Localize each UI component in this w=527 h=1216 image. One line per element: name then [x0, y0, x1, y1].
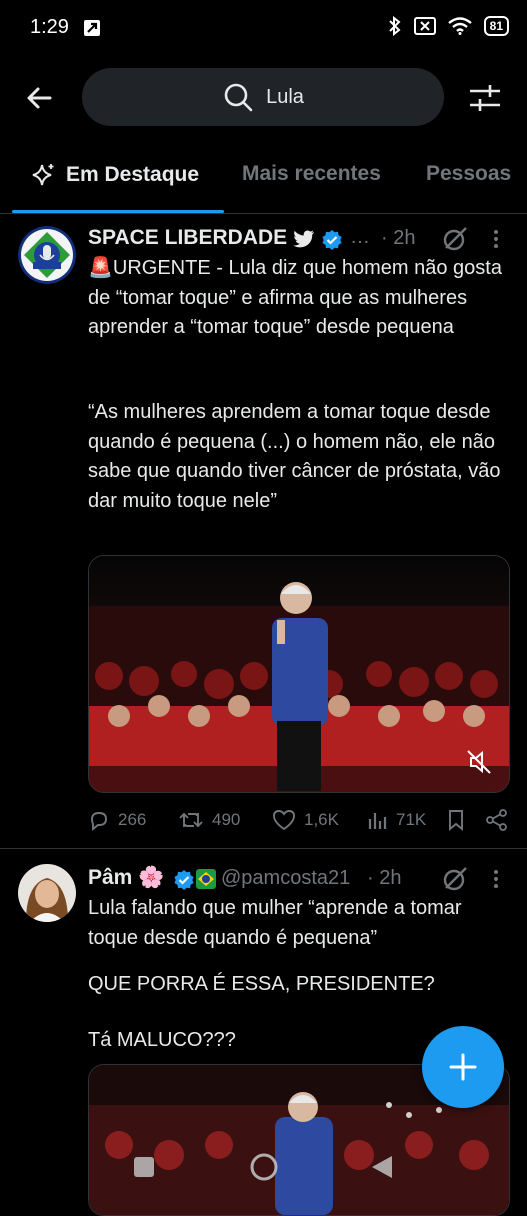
retweet-button[interactable]: 490: [178, 809, 240, 831]
tweet-actions: 266 490 1,6K 71K: [88, 809, 508, 833]
arrow-left-icon: [27, 87, 52, 109]
view-count: 71K: [396, 810, 427, 829]
author-name[interactable]: SPACE LIBERDADE: [88, 226, 287, 250]
tweet-text-line: Tá MALUCO???: [88, 1029, 236, 1051]
bluetooth-icon: [388, 16, 402, 36]
reply-icon: [91, 812, 107, 831]
search-tabs: Em Destaque Mais recentes Pessoas: [0, 150, 527, 214]
bookmark-icon: [449, 810, 463, 831]
tweet-divider: [0, 848, 527, 849]
flag-badge-icon: [196, 869, 216, 889]
battery-indicator: 81: [483, 16, 509, 36]
grok-icon[interactable]: [442, 226, 468, 252]
compose-button[interactable]: [422, 1026, 504, 1108]
heart-icon: [273, 810, 295, 831]
status-time: 1:29: [30, 16, 69, 38]
verified-badge-icon: [321, 229, 343, 251]
notification-icon: [82, 18, 102, 38]
triangle-back-icon: [372, 1156, 392, 1178]
reply-button[interactable]: 266: [88, 809, 146, 831]
plus-icon: [449, 1053, 477, 1081]
search-icon: [222, 81, 254, 113]
tab-featured[interactable]: Em Destaque: [30, 162, 199, 188]
tweet-text-quote: “As mulheres aprendem a tomar toque desd…: [88, 401, 501, 512]
avatar[interactable]: [18, 226, 76, 284]
back-button[interactable]: [22, 80, 58, 116]
more-options-icon[interactable]: [492, 869, 500, 889]
tab-featured-label: Em Destaque: [66, 163, 200, 186]
tweet-text-line: QUE PORRA É ESSA, PRESIDENTE?: [88, 973, 435, 995]
verified-badge-icon: [173, 869, 195, 891]
retweet-count: 490: [212, 810, 241, 829]
tweet-time[interactable]: · 2h: [381, 227, 415, 250]
share-button[interactable]: [486, 809, 508, 831]
status-icons: 81: [388, 16, 509, 36]
handle-truncated: …: [350, 226, 370, 248]
retweet-icon: [179, 812, 203, 828]
bar-chart-icon: [368, 813, 387, 829]
tab-people[interactable]: Pessoas: [426, 162, 511, 186]
like-count: 1,6K: [304, 810, 339, 829]
back-nav-button[interactable]: [370, 1154, 394, 1180]
search-query: Lula: [266, 85, 304, 108]
home-button[interactable]: [249, 1152, 279, 1182]
system-navigation-bar: [0, 1140, 527, 1200]
wifi-icon: [447, 17, 472, 35]
sliders-icon: [470, 85, 500, 111]
share-icon: [486, 809, 507, 831]
search-input[interactable]: Lula: [82, 68, 444, 126]
sparkle-icon: [30, 162, 56, 188]
twitter-bird-icon: [293, 229, 315, 249]
author-name[interactable]: Pâm 🌸: [88, 866, 164, 890]
avatar[interactable]: [18, 864, 76, 922]
grok-icon[interactable]: [442, 866, 468, 892]
search-filter-button[interactable]: [466, 80, 504, 116]
author-handle[interactable]: @pamcosta21: [221, 867, 350, 890]
square-icon: [134, 1157, 154, 1177]
tweet-text: Lula falando que mulher “aprende a tomar…: [88, 897, 462, 949]
tabs-divider: [0, 213, 527, 214]
views-button[interactable]: 71K: [366, 809, 426, 831]
tweet-text: 🚨URGENTE - Lula diz que homem não gosta …: [88, 257, 502, 338]
sim-off-icon: [413, 17, 436, 35]
tab-latest[interactable]: Mais recentes: [242, 162, 381, 186]
circle-icon: [250, 1153, 278, 1181]
tweet-time[interactable]: · 2h: [367, 867, 401, 890]
recents-button[interactable]: [133, 1156, 155, 1178]
more-options-icon[interactable]: [492, 229, 500, 249]
like-button[interactable]: 1,6K: [272, 809, 339, 831]
tweet-video[interactable]: [88, 555, 510, 793]
reply-count: 266: [118, 810, 147, 829]
bookmark-button[interactable]: [446, 809, 466, 831]
